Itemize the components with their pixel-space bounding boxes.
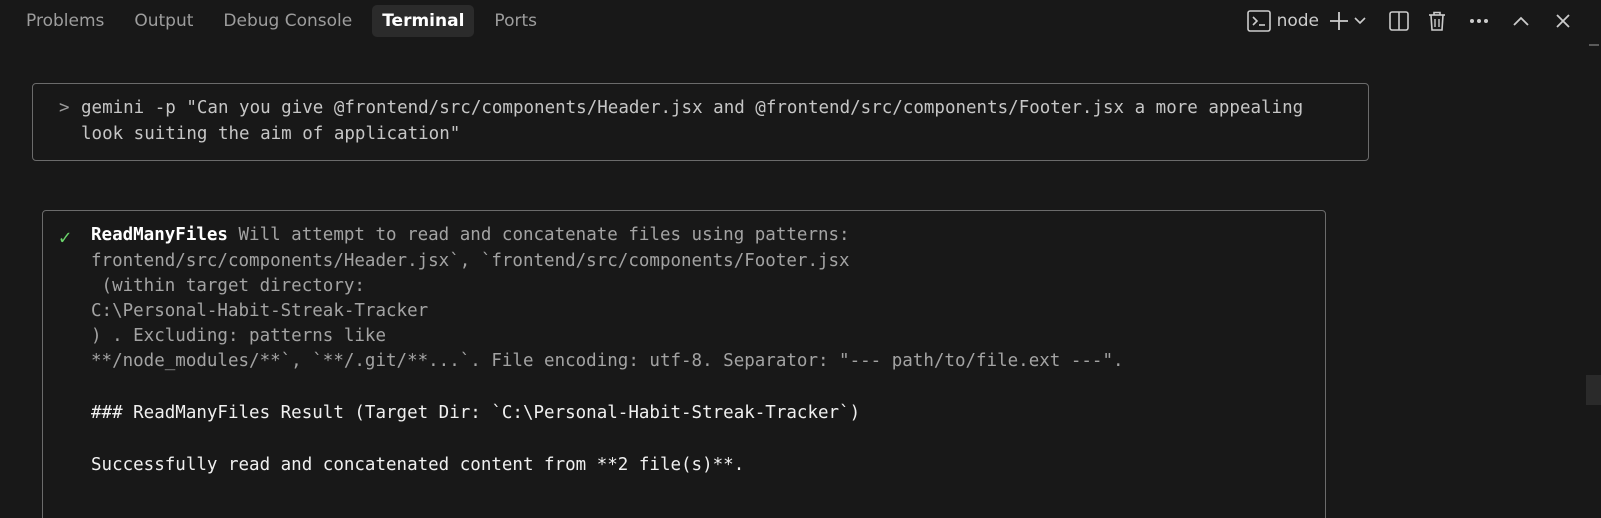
vertical-scrollbar[interactable] bbox=[1586, 41, 1601, 518]
close-panel-button[interactable] bbox=[1547, 6, 1579, 36]
plus-icon bbox=[1330, 11, 1348, 30]
panel-tab-bar: Problems Output Debug Console Terminal P… bbox=[0, 0, 1601, 41]
command-line-1: gemini -p "Can you give @frontend/src/co… bbox=[81, 98, 1304, 118]
tab-ports[interactable]: Ports bbox=[484, 5, 547, 37]
panel-actions: node bbox=[1243, 0, 1601, 41]
maximize-panel-button[interactable] bbox=[1505, 6, 1537, 36]
terminal-output[interactable]: > gemini -p "Can you give @frontend/src/… bbox=[0, 41, 1586, 518]
command-line-2: look suiting the aim of application" bbox=[81, 124, 461, 144]
close-icon bbox=[1556, 13, 1570, 28]
terminal-selector[interactable]: node bbox=[1243, 6, 1323, 36]
tab-terminal[interactable]: Terminal bbox=[372, 4, 475, 37]
split-icon bbox=[1389, 10, 1409, 31]
chevron-up-icon bbox=[1513, 16, 1529, 26]
command-input-box: > gemini -p "Can you give @frontend/src/… bbox=[32, 83, 1369, 161]
terminal-name: node bbox=[1276, 10, 1319, 31]
more-actions-button[interactable] bbox=[1463, 6, 1495, 36]
split-terminal-button[interactable] bbox=[1383, 6, 1415, 36]
terminal-icon bbox=[1246, 9, 1271, 32]
tab-output[interactable]: Output bbox=[124, 5, 203, 37]
tool-detail-line: (within target directory: bbox=[91, 276, 365, 296]
chevron-down-icon bbox=[1354, 16, 1366, 24]
kill-terminal-button[interactable] bbox=[1421, 6, 1453, 36]
trash-icon bbox=[1429, 11, 1445, 31]
new-terminal-button[interactable] bbox=[1329, 6, 1367, 36]
more-icon bbox=[1470, 18, 1488, 23]
scrollbar-thumb[interactable] bbox=[1586, 375, 1601, 405]
tool-header-line: ReadManyFiles Will attempt to read and c… bbox=[91, 225, 850, 245]
tool-name: ReadManyFiles bbox=[91, 225, 228, 245]
scrollbar-marker bbox=[1589, 44, 1599, 46]
tool-call-box: ✓ ReadManyFiles Will attempt to read and… bbox=[42, 210, 1326, 518]
prompt-symbol: > bbox=[59, 98, 70, 118]
tool-detail-line: frontend/src/components/Header.jsx`, `fr… bbox=[91, 251, 850, 271]
tool-detail-line: ) . Excluding: patterns like bbox=[91, 326, 387, 346]
check-icon: ✓ bbox=[59, 225, 72, 249]
tool-detail-line: **/node_modules/**`, `**/.git/**...`. Fi… bbox=[91, 351, 1124, 371]
result-heading: ### ReadManyFiles Result (Target Dir: `C… bbox=[91, 403, 861, 423]
tab-problems[interactable]: Problems bbox=[16, 5, 114, 37]
tool-detail-line: C:\Personal-Habit-Streak-Tracker bbox=[91, 301, 429, 321]
terminal-panel: Problems Output Debug Console Terminal P… bbox=[0, 0, 1601, 518]
tool-description: Will attempt to read and concatenate fil… bbox=[227, 225, 850, 245]
result-text: Successfully read and concatenated conte… bbox=[91, 455, 745, 475]
panel-tabs: Problems Output Debug Console Terminal P… bbox=[0, 0, 557, 41]
tab-debug-console[interactable]: Debug Console bbox=[213, 5, 362, 37]
